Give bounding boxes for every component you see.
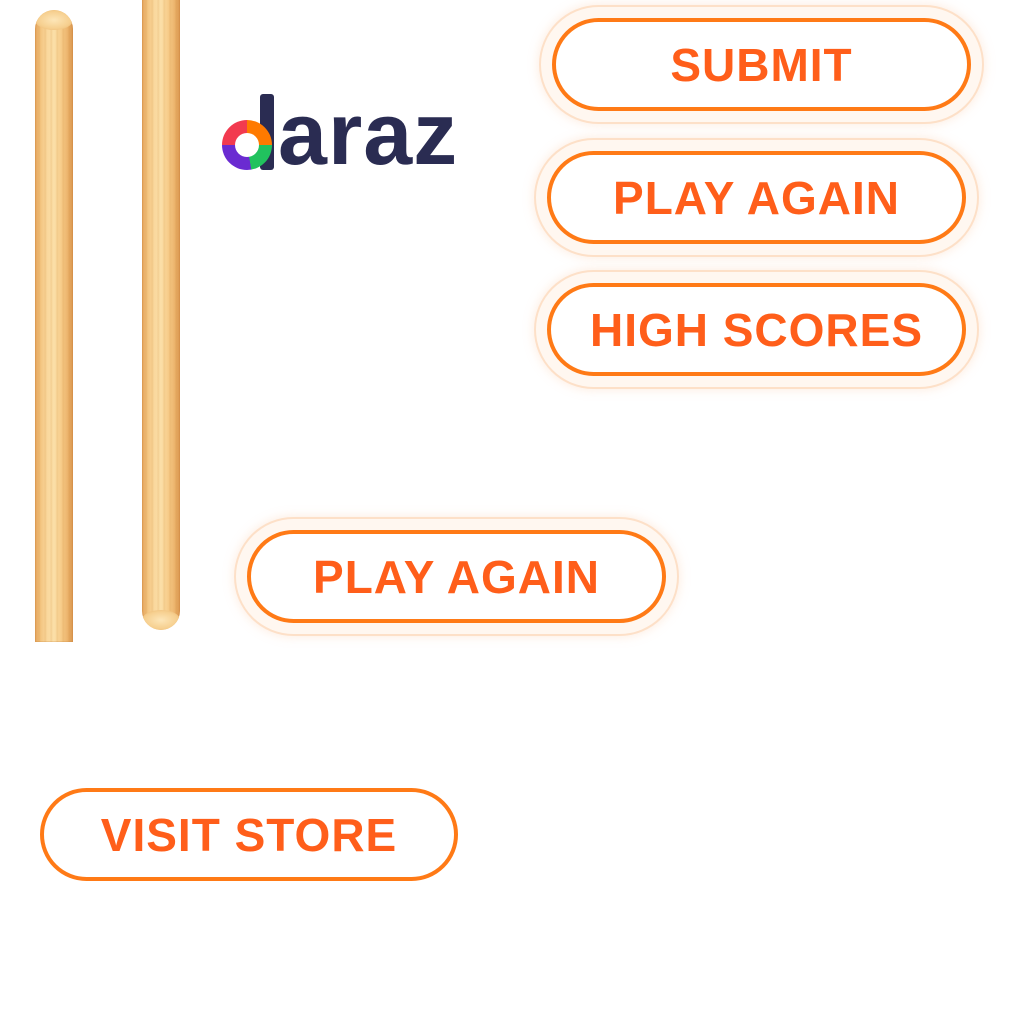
play-again-button[interactable]: PLAY AGAIN	[547, 151, 966, 244]
game-screen: araz SUBMIT PLAY AGAIN HIGH SCORES PLAY …	[0, 0, 1024, 1024]
play-again-center-button-label: PLAY AGAIN	[313, 550, 600, 603]
logo-d-bowl-icon	[222, 120, 272, 170]
submit-button[interactable]: SUBMIT	[552, 18, 971, 111]
play-again-button-label: PLAY AGAIN	[613, 171, 900, 224]
high-scores-button[interactable]: HIGH SCORES	[547, 283, 966, 376]
play-again-center-button[interactable]: PLAY AGAIN	[247, 530, 666, 623]
high-scores-button-label: HIGH SCORES	[589, 303, 924, 356]
logo-wordmark: araz	[278, 84, 459, 183]
wooden-stick-left	[35, 10, 73, 642]
visit-store-button[interactable]: VISIT STORE	[40, 788, 458, 881]
submit-button-label: SUBMIT	[670, 38, 853, 91]
visit-store-button-label: VISIT STORE	[100, 808, 398, 861]
wooden-stick-right	[142, 0, 180, 630]
daraz-logo: araz	[222, 88, 458, 178]
